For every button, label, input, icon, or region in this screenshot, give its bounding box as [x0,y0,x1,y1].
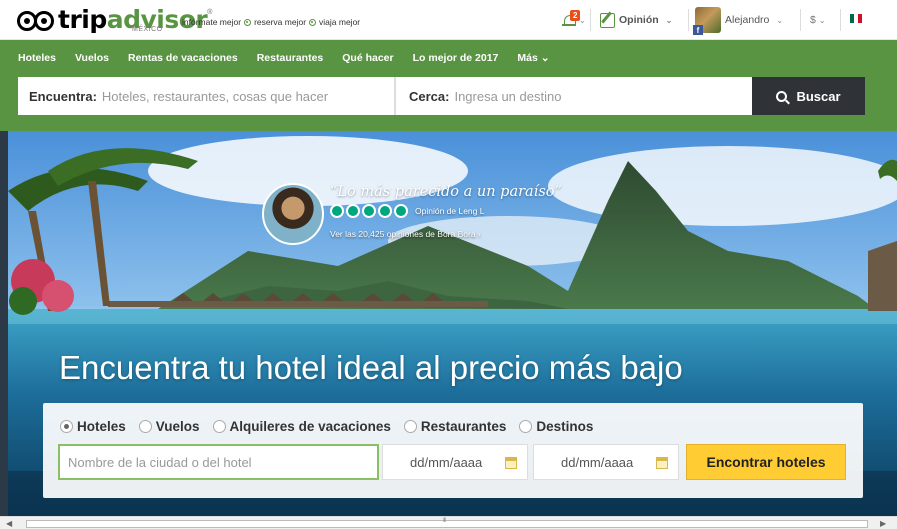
rating-bubble-icon [394,204,408,218]
hotel-search-panel: Hoteles Vuelos Alquileres de vacaciones … [43,403,863,498]
radio-vuelos[interactable]: Vuelos [138,419,200,434]
reviewer-avatar [262,183,324,245]
tagline-part: reserva mejor [254,17,307,27]
search-icon [776,90,788,102]
radio-label: Restaurantes [420,419,507,434]
all-reviews-link[interactable]: Ver las 20,425 opiniones de Bora Bora › [330,229,481,239]
opinion-button[interactable]: Opinión ⌄ [600,0,672,40]
radio-checked-icon [60,420,73,433]
currency-label: $ [810,14,816,26]
radio-label: Destinos [536,419,594,434]
divider [590,9,591,31]
radio-label: Hoteles [77,419,126,434]
checkin-date-input[interactable]: dd/mm/aaaa [382,444,528,480]
tripadvisor-home: tripadvisor ® MÉXICO infórmate mejor res… [0,0,897,529]
logo-registered: ® [207,9,213,16]
mexico-flag-icon[interactable] [850,14,862,23]
owl-logo-icon [17,11,55,33]
review-quote[interactable]: “Lo más parecido a un paraíso” [330,184,562,200]
scroll-left-icon[interactable]: ◀ [6,519,12,528]
checkin-placeholder: dd/mm/aaaa [410,454,483,470]
nav-item-restaurantes[interactable]: Restaurantes [257,52,324,64]
radio-hoteles[interactable]: Hoteles [60,419,126,434]
divider [688,9,689,31]
left-edge [0,131,8,516]
chevron-down-icon: ⌄ [818,15,826,25]
nav-item-lo-mejor[interactable]: Lo mejor de 2017 [413,52,499,64]
near-input[interactable]: Cerca: Ingresa un destino [396,77,752,115]
scrollbar-grip: III [443,518,446,524]
horizontal-scrollbar[interactable]: ◀ III ▶ [0,516,897,529]
review-author[interactable]: Opinión de Leng L [415,206,484,216]
rating-bubble-icon [362,204,376,218]
near-label: Cerca: [409,88,450,104]
rating-bubbles: Opinión de Leng L [330,204,484,218]
radio-icon [212,420,226,433]
featured-review: “Lo más parecido a un paraíso” Opinión d… [262,183,582,247]
nav-item-hoteles[interactable]: Hoteles [18,52,56,64]
main-nav: Hoteles Vuelos Rentas de vacaciones Rest… [0,40,897,131]
nav-item-que-hacer[interactable]: Qué hacer [342,52,393,64]
divider [840,9,841,31]
notification-badge: 2 [570,10,581,21]
logo-country: MÉXICO [132,26,163,33]
divider [800,9,801,31]
user-menu[interactable]: Alejandro ⌄ [693,0,784,40]
nav-menu: Hoteles Vuelos Rentas de vacaciones Rest… [18,52,569,64]
radio-alquileres[interactable]: Alquileres de vacaciones [212,419,391,434]
bell-icon: 2 [562,10,581,28]
currency-selector[interactable]: $ ⌄ [810,0,826,40]
chevron-down-icon: ⌄ [665,15,673,25]
bullet-icon [309,18,317,26]
search-button[interactable]: Buscar [752,77,865,115]
nav-item-vuelos[interactable]: Vuelos [75,52,109,64]
nav-item-rentas[interactable]: Rentas de vacaciones [128,52,238,64]
find-placeholder: Hoteles, restaurantes, cosas que hacer [101,88,329,104]
find-hotels-button[interactable]: Encontrar hoteles [686,444,846,480]
radio-icon [138,420,152,433]
tagline: infórmate mejor reserva mejor viaja mejo… [182,17,360,27]
avatar [693,7,721,35]
notifications-button[interactable]: 2 ⌄ [562,0,586,40]
radio-icon [519,420,533,433]
find-input[interactable]: Encuentra: Hoteles, restaurantes, cosas … [18,77,396,115]
calendar-icon[interactable] [656,457,668,469]
search-button-label: Buscar [796,88,841,104]
radio-label: Vuelos [155,419,200,434]
opinion-label: Opinión [619,14,659,26]
user-name: Alejandro [725,14,770,26]
hero-title: Encuentra tu hotel ideal al precio más b… [59,349,683,386]
radio-icon [403,420,417,433]
tagline-part: viaja mejor [319,17,361,27]
scroll-right-icon[interactable]: ▶ [880,519,886,528]
near-placeholder: Ingresa un destino [454,88,562,104]
top-header: tripadvisor ® MÉXICO infórmate mejor res… [0,0,897,40]
rating-bubble-icon [378,204,392,218]
search-type-radios: Hoteles Vuelos Alquileres de vacaciones … [60,419,606,434]
nav-item-mas[interactable]: Más ⌄ [517,52,549,64]
pencil-icon [600,12,615,28]
checkout-date-input[interactable]: dd/mm/aaaa [533,444,679,480]
radio-restaurantes[interactable]: Restaurantes [403,419,507,434]
radio-destinos[interactable]: Destinos [519,419,593,434]
city-hotel-input[interactable]: Nombre de la ciudad o del hotel [58,444,379,480]
checkout-placeholder: dd/mm/aaaa [561,454,634,470]
bullet-icon [244,18,252,26]
rating-bubble-icon [330,204,344,218]
scrollbar-thumb[interactable] [26,520,868,528]
calendar-icon[interactable] [505,457,517,469]
global-search: Encuentra: Hoteles, restaurantes, cosas … [18,77,865,117]
chevron-down-icon: ⌄ [776,15,784,25]
radio-label: Alquileres de vacaciones [229,419,391,434]
find-label: Encuentra: [29,88,97,104]
rating-bubble-icon [346,204,360,218]
tagline-part: infórmate mejor [182,17,242,27]
